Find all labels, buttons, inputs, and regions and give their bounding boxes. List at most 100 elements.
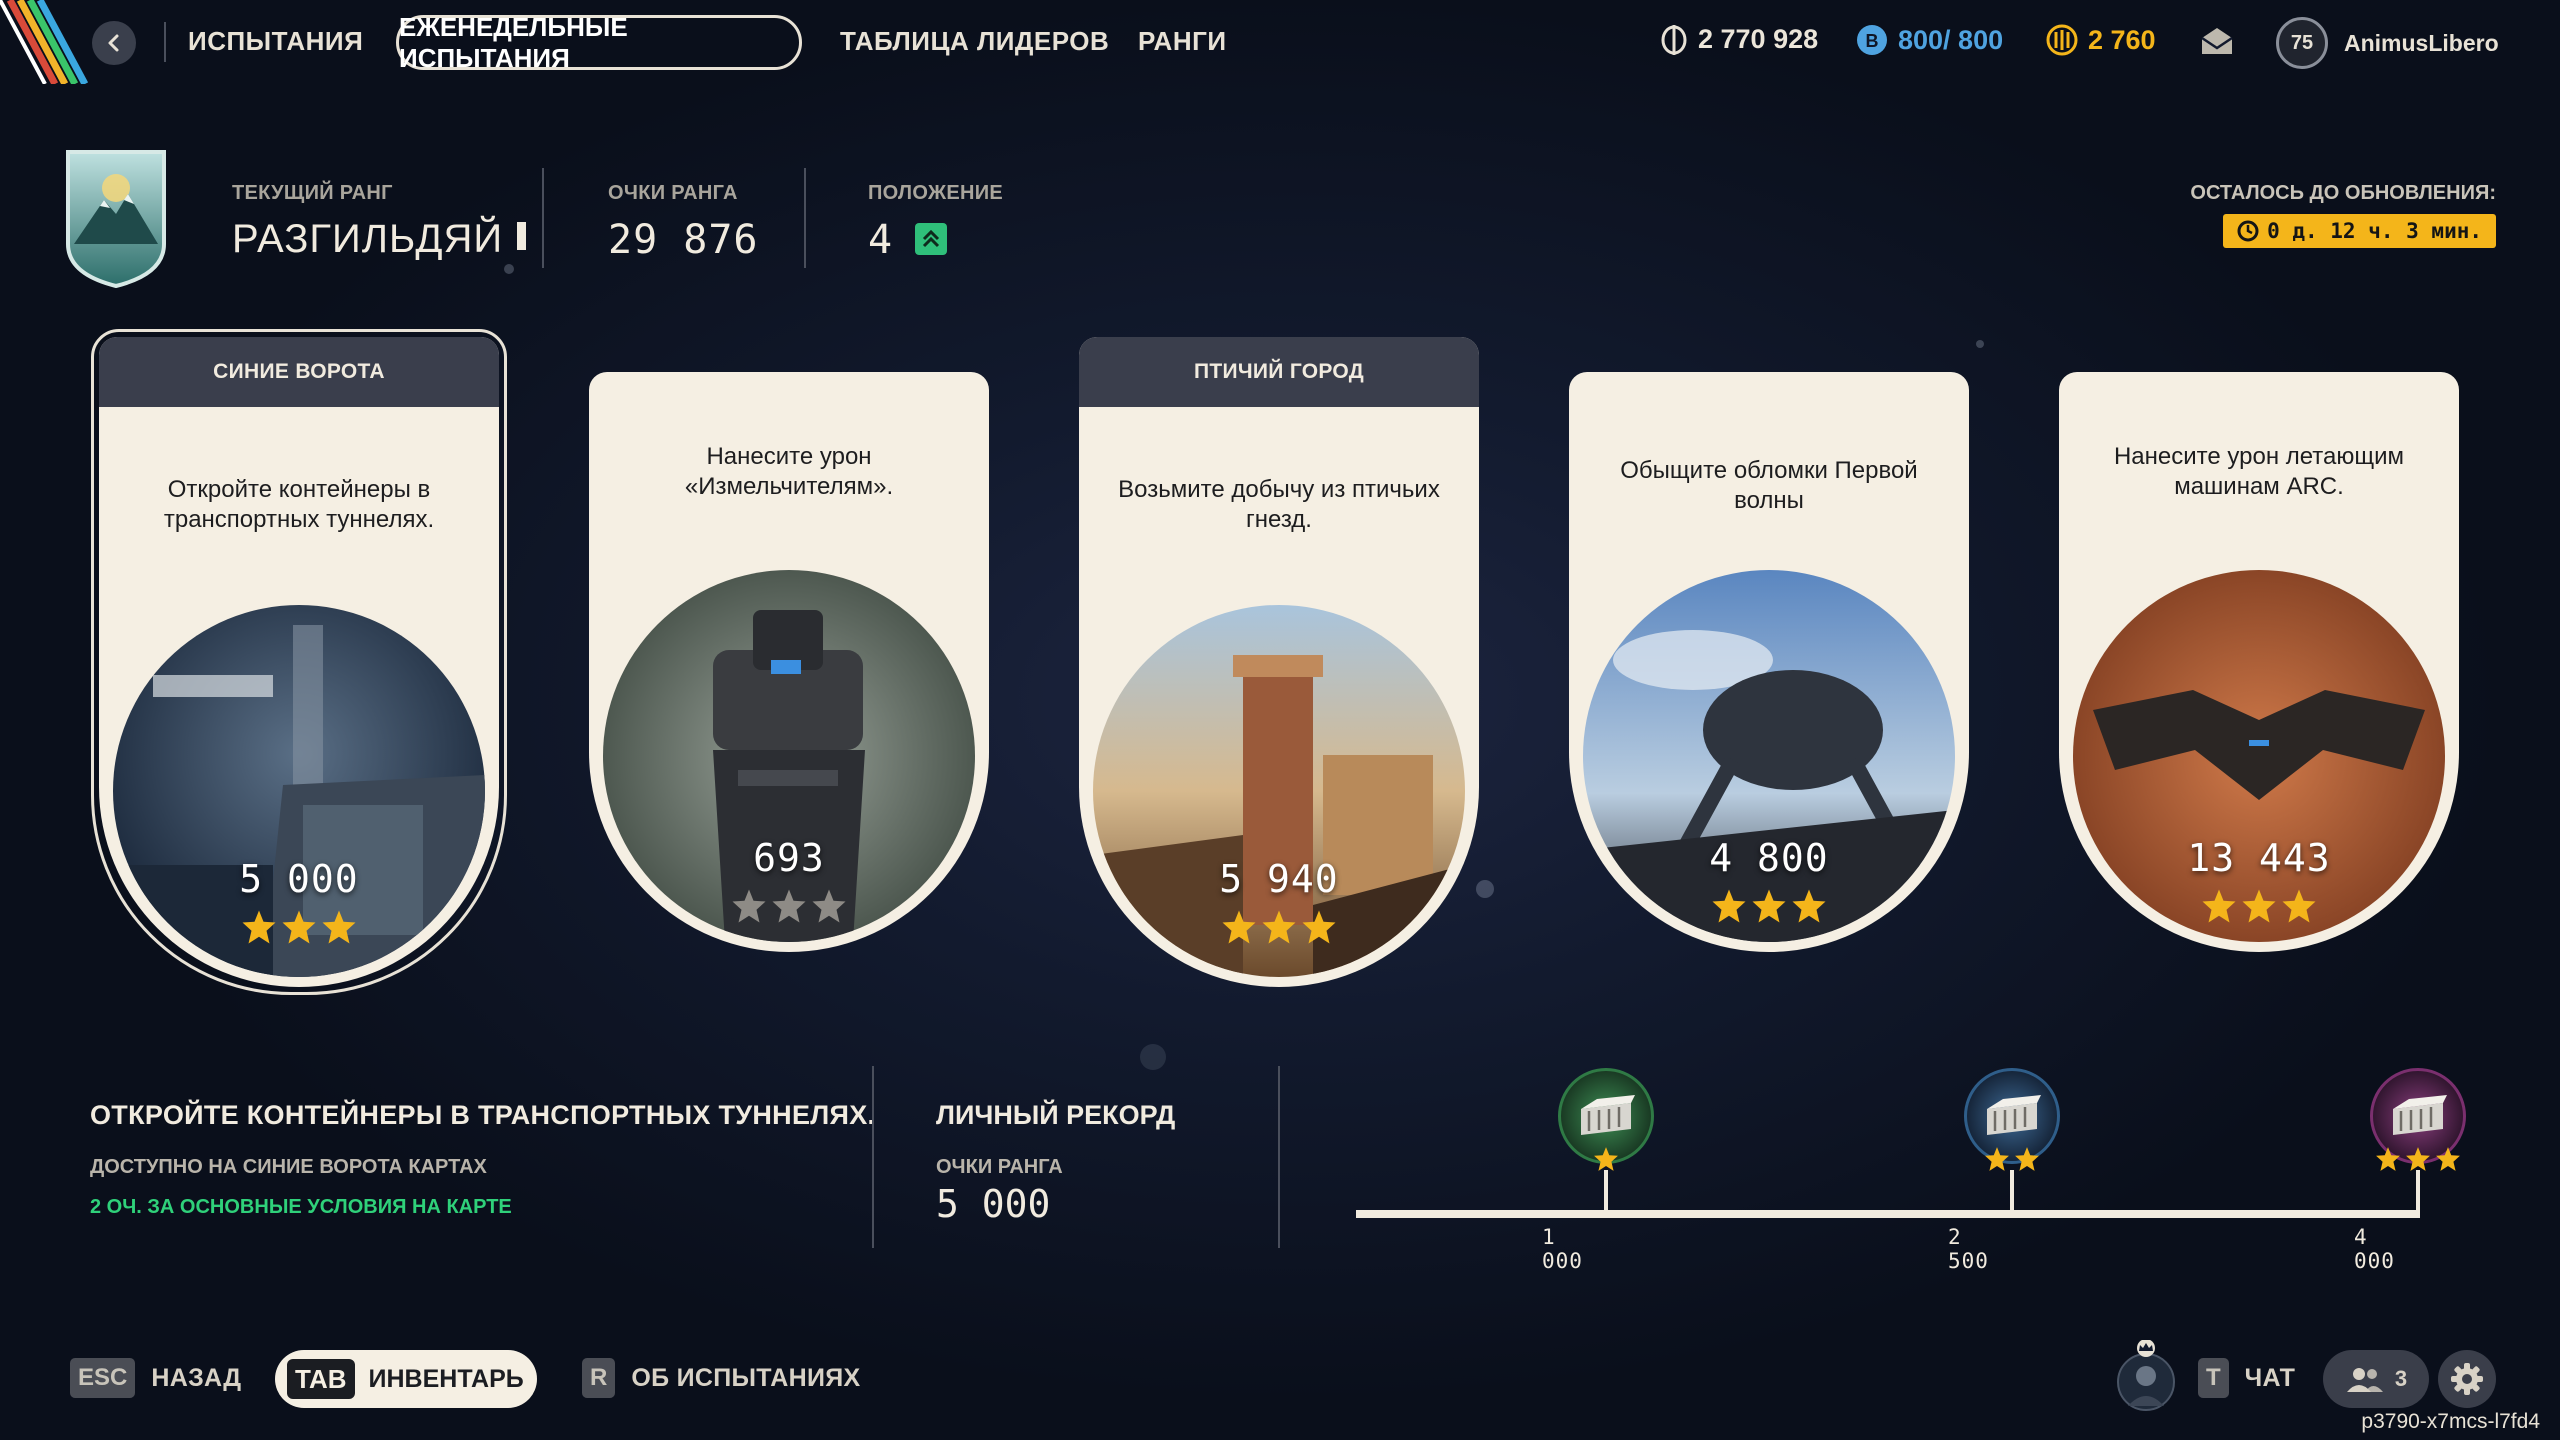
personal-record-title: ЛИЧНЫЙ РЕКОРД [936, 1100, 1176, 1130]
challenge-detail-bonus: 2 ОЧ. ЗА ОСНОВНЫЕ УСЛОВИЯ НА КАРТЕ [90, 1196, 512, 1218]
clock-icon [2237, 220, 2259, 242]
card-image-wreckage [1583, 570, 1955, 942]
inventory-label: ИНВЕНТАРЬ [368, 1364, 524, 1393]
chevron-left-icon [108, 34, 119, 52]
capacity-counter: B 800/ 800 [1856, 24, 2003, 56]
mail-button[interactable] [2200, 26, 2234, 61]
coin-icon [1660, 24, 1688, 55]
rank-up-icon [915, 223, 948, 255]
build-id: p3790-x7mcs-l7fd4 [2361, 1410, 2540, 1433]
tab-ranks[interactable]: РАНГИ [1138, 26, 1227, 57]
card-body: Обыщите обломки Первой волны 4 800 [1569, 372, 1969, 952]
tab-key: TAB [287, 1359, 355, 1399]
ambient-particle [1976, 340, 1984, 348]
back-shortcut[interactable]: ESC НАЗАД [70, 1358, 241, 1398]
about-challenges-shortcut[interactable]: R ОБ ИСПЫТАНИЯХ [582, 1358, 861, 1398]
star-filled-icon [1301, 909, 1337, 950]
challenge-detail-title: ОТКРОЙТЕ КОНТЕЙНЕРЫ В ТРАНСПОРТНЫХ ТУННЕ… [90, 1100, 876, 1130]
card-objective-text: Возьмите добычу из птичьих гнезд. [1118, 476, 1440, 533]
tab-weekly-challenges[interactable]: ЕЖЕНЕДЕЛЬНЫЕ ИСПЫТАНИЯ [396, 12, 802, 73]
star-filled-icon [1261, 909, 1297, 950]
mail-icon [2201, 28, 2233, 54]
card-image-arc-drone [2073, 570, 2445, 942]
star-filled-icon [2241, 888, 2277, 929]
refresh-timer-value: 0 д. 12 ч. 3 мин. [2267, 219, 2482, 243]
about-challenges-label: ОБ ИСПЫТАНИЯХ [631, 1363, 861, 1392]
star-filled-icon [1711, 888, 1747, 929]
card-body: Нанесите урон летающим машинам ARC. 13 4… [2059, 372, 2459, 952]
personal-record-label: ОЧКИ РАНГА [936, 1156, 1063, 1178]
reward-progress-track [1356, 1210, 2420, 1218]
tab-leaderboard[interactable]: ТАБЛИЦА ЛИДЕРОВ [840, 26, 1109, 57]
card-stars [589, 888, 989, 929]
ambient-particle [1140, 1044, 1166, 1070]
card-points: 693 [753, 836, 825, 880]
challenge-detail-availability: ДОСТУПНО НА СИНИЕ ВОРОТА КАРТАХ [90, 1156, 487, 1178]
rank-emblem-icon [66, 150, 166, 288]
rank-points-value: 29 876 [608, 217, 759, 263]
card-objective-text: Обыщите обломки Первой волны [1620, 457, 1918, 514]
star-filled-icon [1751, 888, 1787, 929]
star-filled-icon [2281, 888, 2317, 929]
nav-title[interactable]: ИСПЫТАНИЯ [188, 26, 363, 57]
current-rank-label: ТЕКУЩИЙ РАНГ [232, 182, 393, 204]
card-points: 4 800 [1709, 836, 1829, 880]
rank-points: ОЧКИ РАНГА 29 876 [608, 182, 759, 263]
svg-text:B: B [1866, 31, 1879, 51]
star-empty-icon [731, 888, 767, 929]
personal-record-value: 5 000 [936, 1182, 1051, 1226]
card-points: 13 443 [2187, 836, 2331, 880]
card-stars [2059, 888, 2459, 929]
star-filled-icon [2014, 1146, 2040, 1177]
settings-button[interactable] [2438, 1350, 2496, 1408]
game-logo-stripes [0, 0, 89, 84]
back-button[interactable] [92, 21, 136, 65]
card-body: Нанесите урон «Измельчителям». 693 [589, 372, 989, 952]
card-map-header: СИНИЕ ВОРОТА [99, 337, 499, 407]
chat-label: ЧАТ [2244, 1363, 2296, 1392]
star-filled-icon [321, 909, 357, 950]
coins-counter: 2 770 928 [1660, 24, 1818, 55]
friends-count: 3 [2394, 1366, 2408, 1391]
user-profile[interactable]: 75 AnimusLibero [2276, 17, 2499, 69]
card-body: ПТИЧИЙ ГОРОД Возьмите добычу из птичьих … [1079, 337, 1479, 987]
card-stars [99, 909, 499, 950]
inventory-button[interactable]: TAB ИНВЕНТАРЬ [275, 1350, 537, 1408]
star-filled-icon [1791, 888, 1827, 929]
star-filled-icon [1984, 1146, 2010, 1177]
card-objective-text: Откройте контейнеры в транспортных тунне… [163, 476, 435, 533]
party-leader-avatar[interactable] [2114, 1340, 2178, 1412]
star-empty-icon [811, 888, 847, 929]
friends-button[interactable]: 3 [2323, 1350, 2429, 1408]
star-filled-icon [2375, 1146, 2401, 1177]
refresh-timer: 0 д. 12 ч. 3 мин. [2223, 214, 2496, 248]
card-stars [1079, 909, 1479, 950]
card-map-header: ПТИЧИЙ ГОРОД [1079, 337, 1479, 407]
ambient-particle [1476, 880, 1494, 898]
t-key: T [2198, 1358, 2229, 1398]
milestone-marker [1604, 1170, 1608, 1218]
detail-divider [872, 1066, 874, 1248]
header-divider [804, 168, 806, 268]
rank-points-label: ОЧКИ РАНГА [608, 182, 738, 204]
position-label: ПОЛОЖЕНИЕ [868, 182, 1004, 204]
chat-shortcut[interactable]: T ЧАТ [2198, 1358, 2295, 1398]
refresh-timer-label: ОСТАЛОСЬ ДО ОБНОВЛЕНИЯ: [2190, 182, 2496, 204]
star-filled-icon [281, 909, 317, 950]
gear-icon [2451, 1363, 2483, 1395]
player-level-badge: 75 [2276, 17, 2328, 69]
milestone-threshold: 4 000 [2354, 1225, 2395, 1273]
milestone-threshold: 1 000 [1542, 1225, 1583, 1273]
milestone-marker [2416, 1170, 2420, 1218]
coins-value: 2 770 928 [1698, 24, 1819, 54]
nav-divider [164, 22, 166, 62]
star-empty-icon [771, 888, 807, 929]
r-key: R [582, 1358, 616, 1398]
tokens-value: 2 760 [2088, 24, 2156, 55]
rank-tier-icon [517, 222, 527, 250]
card-objective-text: Нанесите урон летающим машинам ARC. [2113, 443, 2405, 500]
card-objective-text: Нанесите урон «Измельчителям». [684, 443, 894, 500]
esc-key: ESC [70, 1358, 136, 1398]
header-divider [542, 168, 544, 268]
star-filled-icon [2201, 888, 2237, 929]
